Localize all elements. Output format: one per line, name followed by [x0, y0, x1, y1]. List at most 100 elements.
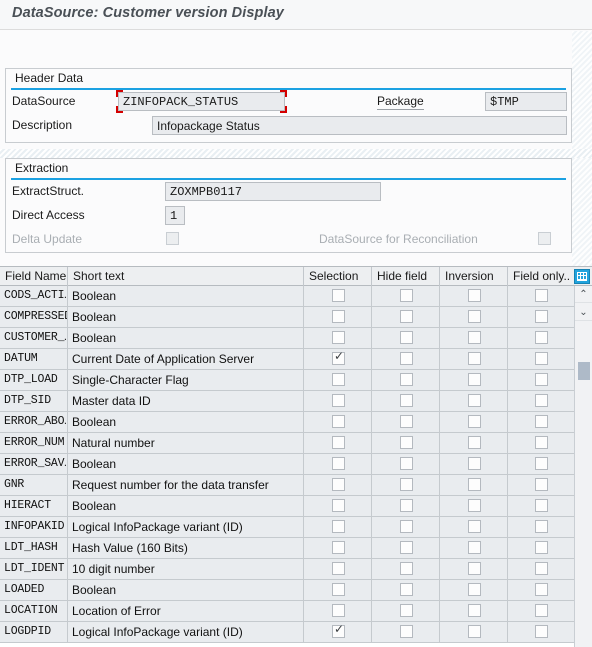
- checkbox-hide-field[interactable]: [400, 331, 413, 344]
- checkbox-field-only[interactable]: [535, 457, 548, 470]
- checkbox-hide-field[interactable]: [400, 394, 413, 407]
- table-row[interactable]: DATUM Current Date of Application Server: [0, 349, 574, 370]
- table-row[interactable]: CUSTOMER_… Boolean: [0, 328, 574, 349]
- scrollbar-thumb[interactable]: [578, 362, 590, 380]
- extract-struct-input[interactable]: ZOXMPB0117: [165, 182, 381, 201]
- column-header-inversion[interactable]: Inversion: [440, 267, 508, 286]
- checkbox-selection[interactable]: [332, 457, 345, 470]
- checkbox-inversion[interactable]: [468, 415, 481, 428]
- checkbox-field-only[interactable]: [535, 289, 548, 302]
- checkbox-hide-field[interactable]: [400, 436, 413, 449]
- checkbox-hide-field[interactable]: [400, 373, 413, 386]
- checkbox-selection[interactable]: [332, 415, 345, 428]
- checkbox-inversion[interactable]: [468, 436, 481, 449]
- checkbox-selection[interactable]: [332, 331, 345, 344]
- checkbox-field-only[interactable]: [535, 604, 548, 617]
- checkbox-hide-field[interactable]: [400, 352, 413, 365]
- checkbox-inversion[interactable]: [468, 373, 481, 386]
- checkbox-inversion[interactable]: [468, 499, 481, 512]
- checkbox-selection[interactable]: [332, 436, 345, 449]
- column-header-field-name[interactable]: Field Name: [0, 267, 68, 286]
- table-row[interactable]: CODS_ACTI… Boolean: [0, 286, 574, 307]
- checkbox-selection[interactable]: [332, 310, 345, 323]
- checkbox-selection[interactable]: [332, 373, 345, 386]
- table-row[interactable]: LDT_IDENT 10 digit number: [0, 559, 574, 580]
- table-row[interactable]: LOGDPID Logical InfoPackage variant (ID): [0, 622, 574, 643]
- checkbox-hide-field[interactable]: [400, 289, 413, 302]
- checkbox-inversion[interactable]: [468, 457, 481, 470]
- checkbox-selection[interactable]: [332, 394, 345, 407]
- checkbox-hide-field[interactable]: [400, 583, 413, 596]
- checkbox-hide-field[interactable]: [400, 478, 413, 491]
- checkbox-field-only[interactable]: [535, 562, 548, 575]
- checkbox-selection[interactable]: [332, 541, 345, 554]
- checkbox-hide-field[interactable]: [400, 541, 413, 554]
- table-row[interactable]: ERROR_ABO… Boolean: [0, 412, 574, 433]
- scroll-down-arrow-icon[interactable]: ⌄: [575, 304, 592, 321]
- checkbox-selection[interactable]: [332, 562, 345, 575]
- scroll-up-arrow-icon[interactable]: ⌃: [575, 286, 592, 303]
- checkbox-hide-field[interactable]: [400, 415, 413, 428]
- checkbox-selection[interactable]: [332, 350, 345, 365]
- checkbox-selection[interactable]: [332, 623, 345, 638]
- table-row[interactable]: GNR Request number for the data transfer: [0, 475, 574, 496]
- checkbox-inversion[interactable]: [468, 520, 481, 533]
- checkbox-selection[interactable]: [332, 583, 345, 596]
- checkbox-inversion[interactable]: [468, 604, 481, 617]
- checkbox-field-only[interactable]: [535, 541, 548, 554]
- checkbox-inversion[interactable]: [468, 331, 481, 344]
- table-row[interactable]: ERROR_SAV… Boolean: [0, 454, 574, 475]
- table-row[interactable]: DTP_SID Master data ID: [0, 391, 574, 412]
- checkbox-field-only[interactable]: [535, 625, 548, 638]
- checkbox-hide-field[interactable]: [400, 499, 413, 512]
- checkbox-inversion[interactable]: [468, 310, 481, 323]
- description-input[interactable]: Infopackage Status: [152, 116, 567, 135]
- checkbox-selection[interactable]: [332, 478, 345, 491]
- table-row[interactable]: LDT_HASH Hash Value (160 Bits): [0, 538, 574, 559]
- checkbox-field-only[interactable]: [535, 478, 548, 491]
- checkbox-inversion[interactable]: [468, 562, 481, 575]
- checkbox-inversion[interactable]: [468, 583, 481, 596]
- checkbox-field-only[interactable]: [535, 352, 548, 365]
- checkbox-inversion[interactable]: [468, 289, 481, 302]
- datasource-input[interactable]: ZINFOPACK_STATUS: [118, 92, 285, 111]
- checkbox-hide-field[interactable]: [400, 625, 413, 638]
- checkbox-hide-field[interactable]: [400, 457, 413, 470]
- checkbox-selection[interactable]: [332, 604, 345, 617]
- checkbox-field-only[interactable]: [535, 373, 548, 386]
- column-header-hide-field[interactable]: Hide field: [372, 267, 440, 286]
- checkbox-inversion[interactable]: [468, 478, 481, 491]
- checkbox-selection[interactable]: [332, 520, 345, 533]
- table-row[interactable]: LOCATION Location of Error: [0, 601, 574, 622]
- checkbox-field-only[interactable]: [535, 520, 548, 533]
- checkbox-hide-field[interactable]: [400, 310, 413, 323]
- checkbox-field-only[interactable]: [535, 499, 548, 512]
- checkbox-inversion[interactable]: [468, 394, 481, 407]
- checkbox-hide-field[interactable]: [400, 562, 413, 575]
- checkbox-field-only[interactable]: [535, 310, 548, 323]
- checkbox-selection[interactable]: [332, 499, 345, 512]
- direct-access-input[interactable]: 1: [165, 206, 185, 225]
- checkbox-field-only[interactable]: [535, 436, 548, 449]
- table-row[interactable]: COMPRESSED Boolean: [0, 307, 574, 328]
- table-settings-icon[interactable]: [574, 269, 590, 284]
- column-header-field-only[interactable]: Field only..: [508, 267, 574, 286]
- checkbox-field-only[interactable]: [535, 583, 548, 596]
- checkbox-selection[interactable]: [332, 289, 345, 302]
- table-row[interactable]: ERROR_NUM Natural number: [0, 433, 574, 454]
- table-row[interactable]: HIERACT Boolean: [0, 496, 574, 517]
- column-header-selection[interactable]: Selection: [304, 267, 372, 286]
- column-header-short-text[interactable]: Short text: [68, 267, 304, 286]
- field-table-scrollbar[interactable]: ⌃ ⌄: [574, 286, 592, 647]
- checkbox-hide-field[interactable]: [400, 520, 413, 533]
- checkbox-field-only[interactable]: [535, 331, 548, 344]
- checkbox-inversion[interactable]: [468, 541, 481, 554]
- table-row[interactable]: DTP_LOAD Single-Character Flag: [0, 370, 574, 391]
- table-row[interactable]: LOADED Boolean: [0, 580, 574, 601]
- table-row[interactable]: INFOPAKID Logical InfoPackage variant (ID…: [0, 517, 574, 538]
- checkbox-field-only[interactable]: [535, 394, 548, 407]
- package-input[interactable]: $TMP: [485, 92, 567, 111]
- checkbox-field-only[interactable]: [535, 415, 548, 428]
- checkbox-inversion[interactable]: [468, 352, 481, 365]
- checkbox-hide-field[interactable]: [400, 604, 413, 617]
